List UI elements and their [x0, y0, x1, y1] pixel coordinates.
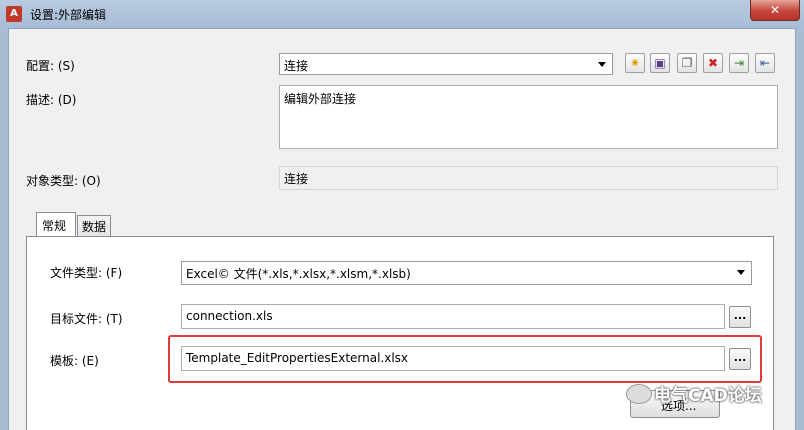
save-icon: ▣ — [654, 56, 666, 70]
window-title: 设置:外部编辑 — [30, 8, 107, 22]
tab-general[interactable]: 常规 — [36, 212, 76, 236]
file-type-label: 文件类型: (F) — [50, 266, 123, 280]
copy-icon: ❐ — [681, 56, 693, 70]
config-label: 配置: (S) — [26, 59, 75, 73]
target-file-value: connection.xls — [186, 309, 273, 323]
tab-data[interactable]: 数据 — [77, 215, 111, 236]
save-config-button[interactable]: ▣ — [650, 53, 670, 73]
description-label: 描述: (D) — [26, 93, 77, 107]
title-bar: A 设置:外部编辑 ✕ — [0, 0, 804, 28]
wechat-logo-icon — [626, 384, 652, 404]
import-config-button[interactable]: ⇥ — [729, 53, 749, 73]
chevron-down-icon — [598, 62, 606, 67]
import-icon: ⇥ — [733, 56, 745, 70]
description-field[interactable]: 编辑外部连接 — [279, 85, 778, 149]
close-button[interactable]: ✕ — [750, 0, 800, 21]
chevron-down-icon — [737, 270, 745, 275]
copy-config-button[interactable]: ❐ — [677, 53, 697, 73]
export-icon: ⇤ — [759, 56, 771, 70]
target-file-label: 目标文件: (T) — [50, 312, 123, 326]
config-dropdown[interactable]: 连接 — [279, 53, 613, 75]
new-star-icon: ✷ — [629, 56, 641, 70]
watermark-text: 电气CAD论坛 — [654, 386, 762, 406]
file-type-value: Excel© 文件(*.xls,*.xlsx,*.xlsm,*.xlsb) — [186, 267, 411, 281]
template-label: 模板: (E) — [50, 354, 99, 368]
app-logo-icon: A — [6, 6, 22, 22]
target-file-input[interactable]: connection.xls — [181, 304, 725, 329]
annotation-highlight-box — [168, 335, 762, 383]
target-file-browse-button[interactable]: ... — [729, 306, 751, 328]
object-type-value: 连接 — [279, 166, 778, 190]
file-type-dropdown[interactable]: Excel© 文件(*.xls,*.xlsx,*.xlsm,*.xlsb) — [181, 261, 752, 285]
export-config-button[interactable]: ⇤ — [755, 53, 775, 73]
object-type-label: 对象类型: (O) — [26, 174, 101, 188]
config-value: 连接 — [284, 59, 309, 73]
description-value: 编辑外部连接 — [284, 92, 357, 106]
delete-icon: ✖ — [707, 56, 719, 70]
delete-config-button[interactable]: ✖ — [703, 53, 723, 73]
new-config-button[interactable]: ✷ — [625, 53, 645, 73]
